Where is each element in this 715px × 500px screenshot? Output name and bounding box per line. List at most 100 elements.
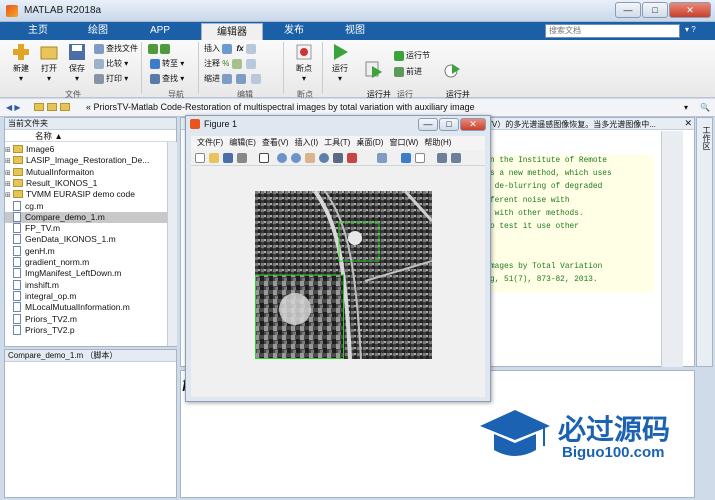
file-item[interactable]: cg.m xyxy=(5,200,43,212)
code-line[interactable]: de-blurring of degraded xyxy=(490,181,654,194)
run-button[interactable]: 运行 ▾ xyxy=(327,43,353,83)
file-item[interactable]: Priors_TV2.p xyxy=(5,324,75,336)
file-item[interactable]: Compare_demo_1.m xyxy=(5,211,168,224)
file-item[interactable]: Priors_TV2.m xyxy=(5,313,77,325)
figure-minimize-button[interactable]: — xyxy=(418,118,438,131)
fx-label[interactable]: fx xyxy=(236,44,243,53)
folder-scrollbar[interactable] xyxy=(167,142,177,346)
breakpoints-button[interactable]: 断点 ▾ xyxy=(291,43,317,83)
graduation-cap-icon xyxy=(480,410,550,456)
figure-menu-item[interactable]: 工具(T) xyxy=(324,138,350,147)
file-item[interactable]: MLocalMutualInformation.m xyxy=(5,302,130,313)
tab-publish[interactable]: 发布 xyxy=(272,22,316,40)
code-line[interactable]: mages by Total Variation xyxy=(490,261,654,274)
folder-item[interactable]: ⊞ Image6 xyxy=(5,144,54,155)
search-documentation-input[interactable]: 搜索文档 xyxy=(545,24,680,38)
file-item[interactable]: FP_TV.m xyxy=(5,223,60,234)
print-label: 打印 xyxy=(106,74,122,83)
file-item[interactable]: integral_op.m xyxy=(5,290,77,302)
help-icon[interactable]: ▾ ? xyxy=(685,25,713,37)
file-item[interactable]: ImgManifest_LeftDown.m xyxy=(5,268,121,279)
minimize-button[interactable]: — xyxy=(615,2,641,18)
figure-menu-item[interactable]: 查看(V) xyxy=(262,138,289,147)
tab-home[interactable]: 主页 xyxy=(16,22,60,40)
code-line[interactable]: o test it use other xyxy=(490,221,654,234)
current-path[interactable]: « PriorsTV-Matlab Code-Restoration of mu… xyxy=(86,102,475,112)
tab-view[interactable]: 视图 xyxy=(333,22,377,40)
zoom-out-icon[interactable] xyxy=(291,153,301,163)
tab-apps[interactable]: APP xyxy=(138,22,182,40)
comment-button[interactable]: 注释 % xyxy=(204,58,258,70)
colorbar-icon[interactable] xyxy=(401,153,411,163)
code-line[interactable]: with other methods. xyxy=(490,208,654,221)
run-section-button[interactable]: 运行节 xyxy=(394,50,430,62)
rotate-icon[interactable] xyxy=(319,153,329,163)
code-text[interactable]: n the Institute of Remote s a new method,… xyxy=(490,155,654,292)
legend-icon[interactable] xyxy=(415,153,425,163)
open-file-icon[interactable] xyxy=(209,153,219,163)
close-button[interactable]: ✕ xyxy=(669,2,711,18)
folder-item[interactable]: ⊞ TVMM EURASIP demo code xyxy=(5,189,135,200)
compare-button[interactable]: 比较 ▾ xyxy=(94,58,128,70)
new-button[interactable]: 新建 ▾ xyxy=(8,43,34,83)
nav-back-forward[interactable] xyxy=(148,43,172,55)
workspace-side-tab[interactable]: 工作区 xyxy=(696,117,713,367)
browse-icon[interactable]: 🔍 xyxy=(700,102,710,114)
code-line[interactable]: g, 51(7), 873-82, 2013. xyxy=(490,274,654,287)
show-plot-tools-icon[interactable] xyxy=(451,153,461,163)
item-label: integral_op.m xyxy=(25,290,77,301)
figure-menu-item[interactable]: 编辑(E) xyxy=(229,138,256,147)
save-button[interactable]: 保存 ▾ xyxy=(64,43,90,83)
path-dropdown-icon[interactable]: ▾ xyxy=(684,102,688,114)
open-button[interactable]: 打开 ▾ xyxy=(36,43,62,83)
code-line[interactable]: n the Institute of Remote xyxy=(490,155,654,168)
tab-plots[interactable]: 绘图 xyxy=(76,22,120,40)
folder-nav-icon[interactable] xyxy=(34,102,73,114)
folder-item[interactable]: ⊞ Result_IKONOS_1 xyxy=(5,178,97,189)
editor-close-icon[interactable]: ✕ xyxy=(684,118,692,129)
name-column-header[interactable]: 名称 ▲ xyxy=(5,130,176,142)
figure-menu-item[interactable]: 插入(I) xyxy=(295,138,319,147)
indent-button[interactable]: 缩进 xyxy=(204,73,263,85)
pointer-icon[interactable] xyxy=(259,153,269,163)
insert-button[interactable]: 插入 fx xyxy=(204,43,258,55)
more-icon[interactable] xyxy=(245,43,256,54)
figure-menu-item[interactable]: 桌面(D) xyxy=(356,138,383,147)
maximize-button[interactable]: □ xyxy=(642,2,668,18)
file-item[interactable]: gradient_norm.m xyxy=(5,257,89,268)
figure-menu-item[interactable]: 文件(F) xyxy=(197,138,223,147)
new-figure-icon[interactable] xyxy=(195,153,205,163)
save-figure-icon[interactable] xyxy=(223,153,233,163)
file-item[interactable]: imshift.m xyxy=(5,279,59,291)
new-label: 新建 xyxy=(13,64,29,73)
figure-maximize-button[interactable]: □ xyxy=(439,118,459,131)
folder-item[interactable]: ⊞ LASIP_Image_Restoration_De... xyxy=(5,155,149,166)
nav-arrows-icon[interactable]: ◀ ▶ xyxy=(6,102,21,114)
editor-scrollbar[interactable] xyxy=(661,131,683,367)
code-line[interactable] xyxy=(490,247,654,260)
brush-icon[interactable] xyxy=(347,153,357,163)
folder-item[interactable]: ⊞ MutualInformaiton xyxy=(5,167,94,178)
data-cursor-icon[interactable] xyxy=(333,153,343,163)
code-line[interactable] xyxy=(490,234,654,247)
link-plot-icon[interactable] xyxy=(377,153,387,163)
figure-menu-item[interactable]: 窗口(W) xyxy=(389,138,418,147)
file-item[interactable]: GenData_IKONOS_1.m xyxy=(5,234,116,245)
find-button[interactable]: 查找 ▾ xyxy=(150,73,184,85)
print-button[interactable]: 打印 ▾ xyxy=(94,73,128,85)
go-to-button[interactable]: 转至 ▾ xyxy=(150,58,184,70)
advance-icon xyxy=(394,66,404,77)
find-files-button[interactable]: 查找文件 xyxy=(94,43,138,55)
figure-close-button[interactable]: ✕ xyxy=(460,118,486,131)
pan-icon[interactable] xyxy=(305,153,315,163)
hide-plot-tools-icon[interactable] xyxy=(437,153,447,163)
file-item[interactable]: genH.m xyxy=(5,245,55,257)
code-line[interactable]: ferent noise with xyxy=(490,195,654,208)
print-figure-icon[interactable] xyxy=(237,153,247,163)
zoom-in-icon[interactable] xyxy=(277,153,287,163)
figure-menu-item[interactable]: 帮助(H) xyxy=(424,138,451,147)
code-line[interactable]: s a new method, which uses xyxy=(490,168,654,181)
satellite-image-graphic xyxy=(255,191,432,359)
tab-editor[interactable]: 编辑器 xyxy=(201,23,263,40)
advance-button[interactable]: 前进 xyxy=(394,66,422,78)
